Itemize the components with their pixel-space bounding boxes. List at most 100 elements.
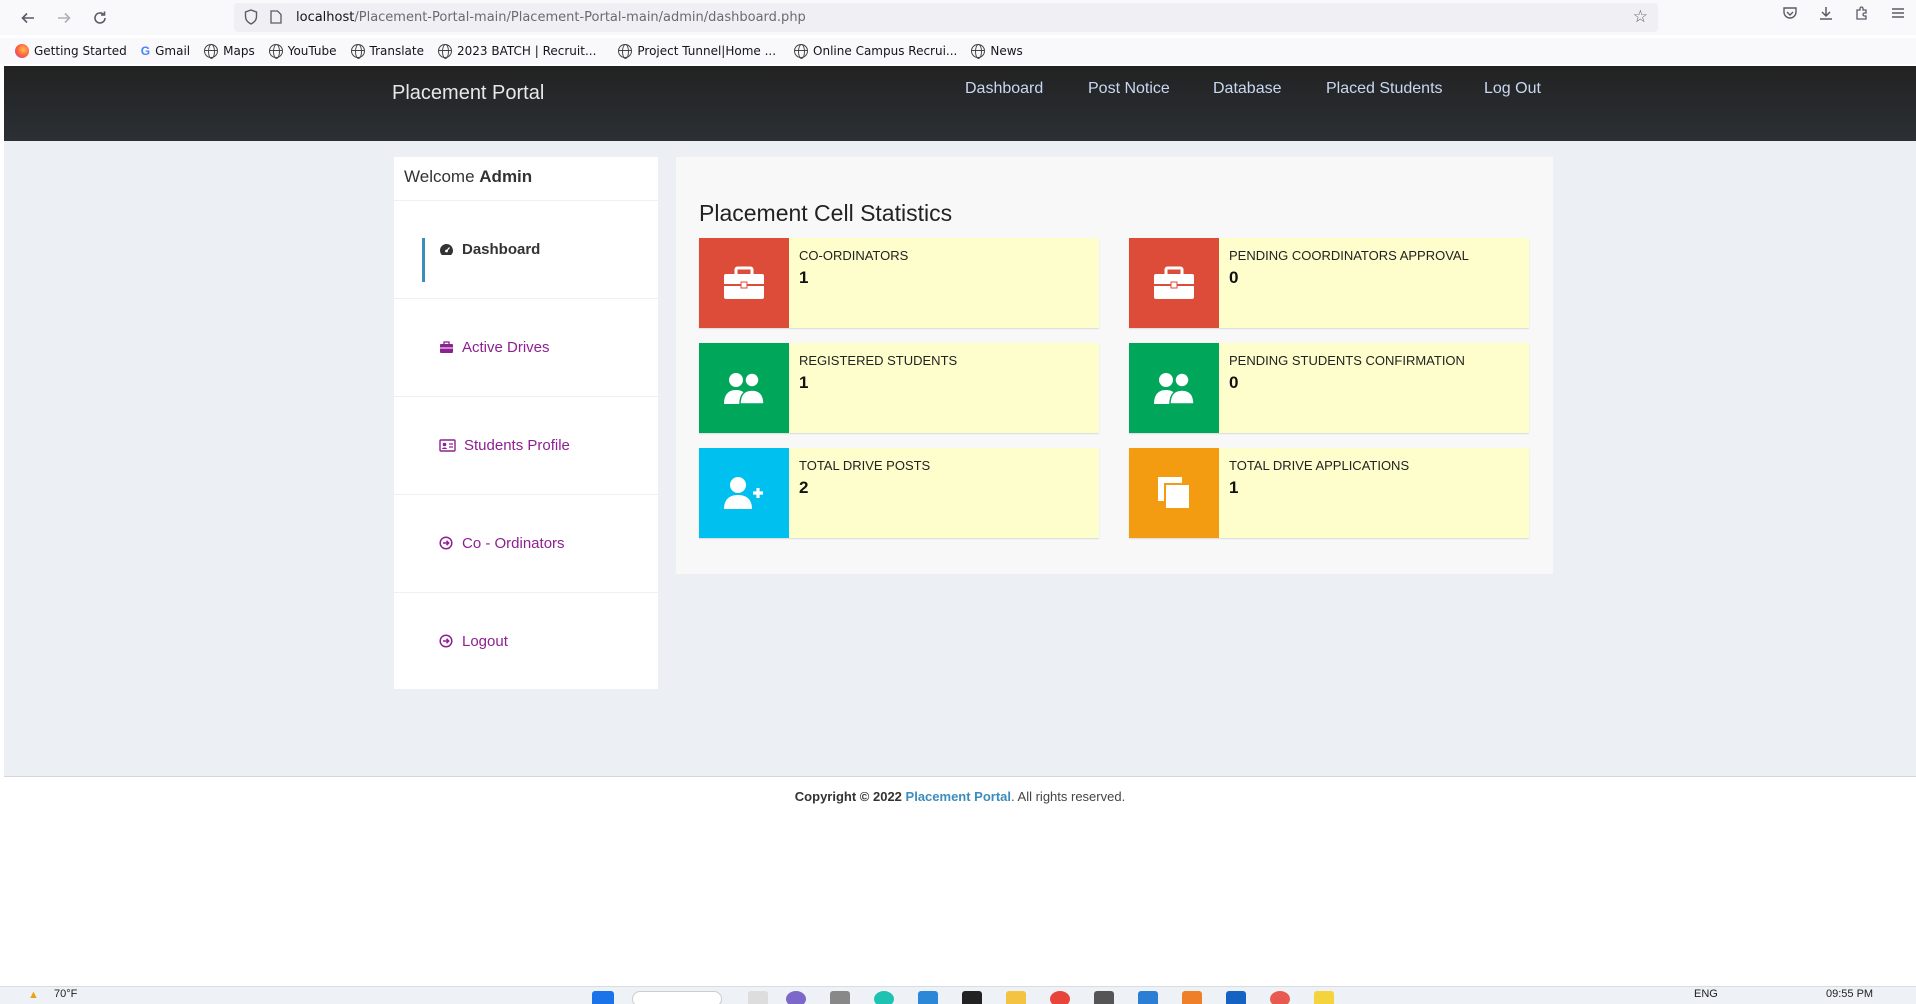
stat-label: CO-ORDINATORS [799, 248, 909, 263]
globe-icon [794, 44, 809, 59]
users-icon [1129, 343, 1219, 433]
bookmark-project-tunnel[interactable]: Project Tunnel|Home ... [618, 44, 776, 59]
bookmark-star-icon[interactable]: ☆ [1633, 7, 1648, 27]
welcome-text: Welcome Admin [404, 167, 533, 186]
web-page: Placement Portal Dashboard Post Notice D… [4, 66, 1916, 986]
active-indicator [422, 238, 425, 282]
stat-value: 1 [799, 268, 809, 287]
browser-toolbar: localhost/Placement-Portal-main/Placemen… [0, 0, 1916, 35]
stat-value: 1 [1229, 478, 1239, 497]
arrow-circle-icon [438, 535, 454, 551]
folder-icon[interactable] [1006, 991, 1026, 1004]
taskbar: ▲ 70°F ENG 09:55 PM [0, 986, 1916, 1004]
start-icon[interactable] [592, 991, 614, 1004]
globe-icon [350, 44, 365, 59]
chrome-icon[interactable] [1050, 991, 1070, 1004]
page-title: Placement Cell Statistics [699, 200, 953, 226]
url-bar[interactable]: localhost/Placement-Portal-main/Placemen… [234, 3, 1658, 32]
extensions-icon[interactable] [1854, 5, 1870, 26]
briefcase-icon [699, 238, 789, 328]
stat-card-registered-students[interactable]: REGISTERED STUDENTS 1 [699, 343, 1099, 433]
forward-icon[interactable] [50, 4, 78, 32]
copy-icon [1129, 448, 1219, 538]
chat-icon[interactable] [786, 991, 806, 1004]
url-text[interactable]: localhost/Placement-Portal-main/Placemen… [296, 10, 806, 25]
download-icon[interactable] [1818, 5, 1834, 26]
nav-database[interactable]: Database [1213, 80, 1282, 98]
id-card-icon [438, 437, 456, 453]
bookmark-online-campus[interactable]: Online Campus Recrui... [794, 44, 957, 59]
app-icon[interactable] [1226, 991, 1246, 1004]
sidebar: Welcome Admin Dashboard Active Drives St… [394, 157, 658, 689]
stat-card-co-ordinators[interactable]: CO-ORDINATORS 1 [699, 238, 1099, 328]
google-icon: G [140, 44, 151, 58]
briefcase-icon [1129, 238, 1219, 328]
nav-log-out[interactable]: Log Out [1484, 80, 1541, 98]
bookmark-getting-started[interactable]: Getting Started [15, 44, 127, 58]
user-plus-icon [699, 448, 789, 538]
footer-brand-link[interactable]: Placement Portal [906, 789, 1012, 804]
reload-icon[interactable] [86, 4, 114, 32]
nav-placed-students[interactable]: Placed Students [1326, 80, 1443, 98]
stat-card-pending-coordinators[interactable]: PENDING COORDINATORS APPROVAL 0 [1129, 238, 1529, 328]
stat-label: PENDING COORDINATORS APPROVAL [1229, 248, 1469, 263]
nav-dashboard[interactable]: Dashboard [965, 80, 1043, 98]
terminal-icon[interactable] [962, 991, 982, 1004]
sidebar-item-dashboard[interactable]: Dashboard [394, 200, 658, 298]
clock[interactable]: 09:55 PM [1826, 988, 1873, 1000]
stat-label: TOTAL DRIVE POSTS [799, 458, 931, 473]
stat-label: REGISTERED STUDENTS [799, 353, 958, 368]
stat-card-pending-students[interactable]: PENDING STUDENTS CONFIRMATION 0 [1129, 343, 1529, 433]
bookmark-maps[interactable]: Maps [204, 44, 255, 59]
weather-text[interactable]: 70°F [54, 988, 77, 1000]
language-indicator[interactable]: ENG [1694, 988, 1718, 1000]
footer: Copyright © 2022 Placement Portal. All r… [794, 789, 1126, 804]
shield-icon[interactable] [244, 9, 258, 30]
globe-icon [268, 44, 283, 59]
globe-icon [618, 44, 633, 59]
bookmark-news[interactable]: News [971, 44, 1023, 59]
footer-divider [4, 776, 1916, 777]
sidebar-item-co-ordinators[interactable]: Co - Ordinators [394, 494, 658, 592]
app-icon[interactable] [1270, 991, 1290, 1004]
store-icon[interactable] [918, 991, 938, 1004]
app-icon[interactable] [1182, 991, 1202, 1004]
pocket-icon[interactable] [1782, 5, 1798, 26]
stat-value: 1 [799, 373, 809, 392]
stat-card-total-drive-applications[interactable]: TOTAL DRIVE APPLICATIONS 1 [1129, 448, 1529, 538]
globe-icon [204, 44, 219, 59]
dashboard-icon [438, 241, 454, 257]
bookmark-2023-batch[interactable]: 2023 BATCH | Recruit... [438, 44, 596, 59]
stat-card-total-drive-posts[interactable]: TOTAL DRIVE POSTS 2 [699, 448, 1099, 538]
stat-label: PENDING STUDENTS CONFIRMATION [1229, 353, 1465, 368]
top-navbar: Placement Portal Dashboard Post Notice D… [4, 66, 1916, 141]
sidebar-item-active-drives[interactable]: Active Drives [394, 298, 658, 396]
bookmark-gmail[interactable]: G Gmail [141, 44, 190, 58]
edge-icon[interactable] [874, 991, 894, 1004]
globe-icon [438, 44, 453, 59]
nav-post-notice[interactable]: Post Notice [1088, 80, 1170, 98]
weather-icon[interactable]: ▲ [28, 989, 39, 1001]
statistics-panel: Placement Cell Statistics CO-ORDINATORS … [676, 157, 1553, 574]
app-icon[interactable] [1094, 991, 1114, 1004]
stat-value: 0 [1229, 268, 1239, 287]
stat-value: 2 [799, 478, 809, 497]
back-icon[interactable] [14, 4, 42, 32]
briefcase-icon [438, 339, 454, 355]
app-icon[interactable] [1314, 991, 1334, 1004]
search-box[interactable] [632, 991, 722, 1004]
navbar-brand[interactable]: Placement Portal [392, 82, 544, 105]
bookmarks-bar: Getting Started G Gmail Maps YouTube Tra… [0, 38, 1916, 64]
task-view-icon[interactable] [748, 991, 768, 1004]
stat-value: 0 [1229, 373, 1239, 392]
users-icon [699, 343, 789, 433]
vscode-icon[interactable] [1138, 991, 1158, 1004]
sidebar-item-logout[interactable]: Logout [394, 592, 658, 690]
camera-icon[interactable] [830, 991, 850, 1004]
bookmark-translate[interactable]: Translate [350, 44, 424, 59]
arrow-circle-icon [438, 633, 454, 649]
bookmark-youtube[interactable]: YouTube [268, 44, 337, 59]
sidebar-item-students-profile[interactable]: Students Profile [394, 396, 658, 494]
menu-icon[interactable] [1890, 5, 1906, 26]
stat-label: TOTAL DRIVE APPLICATIONS [1229, 458, 1410, 473]
